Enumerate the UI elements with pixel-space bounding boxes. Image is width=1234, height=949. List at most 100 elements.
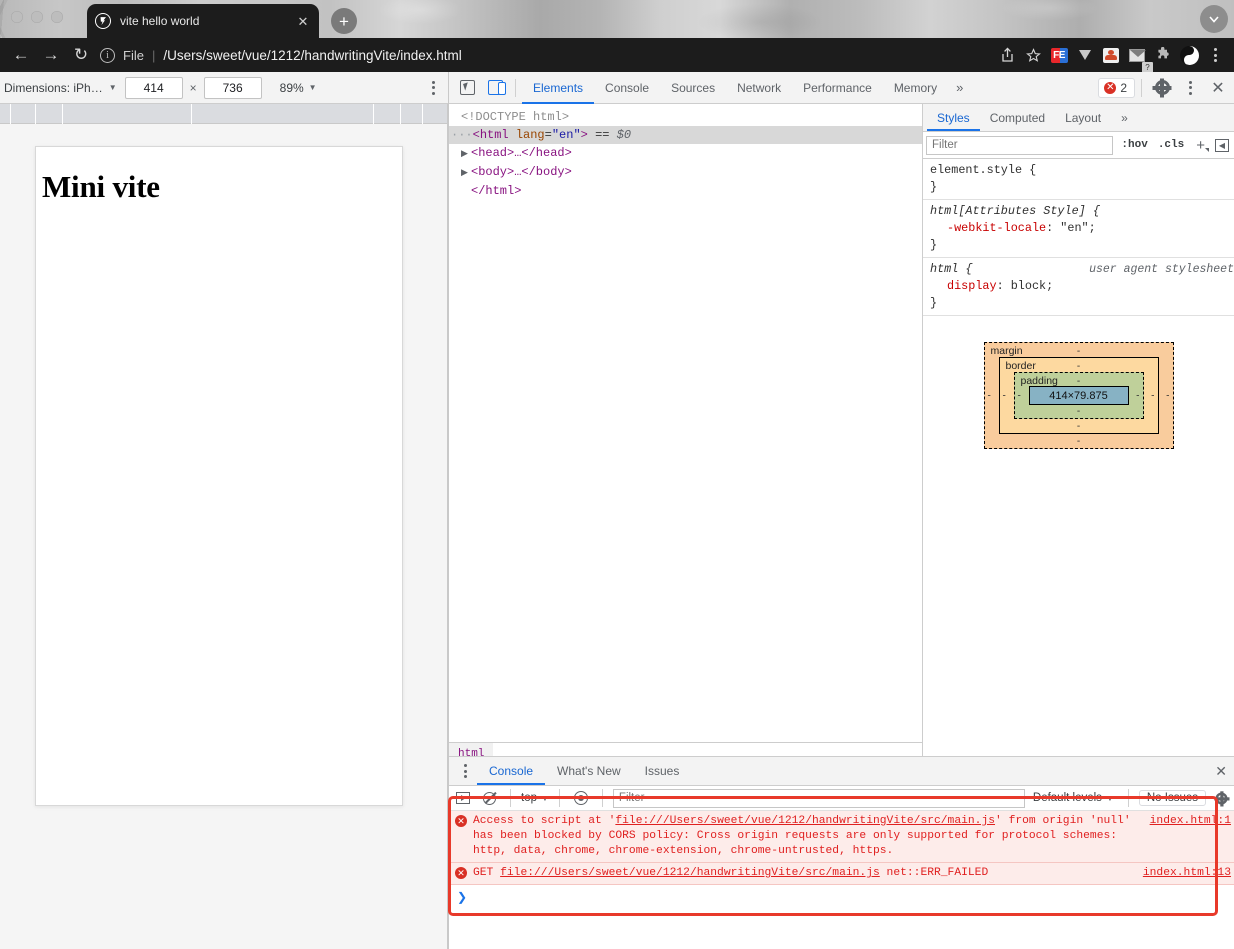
style-property-name[interactable]: -webkit-locale (930, 220, 1046, 237)
window-controls[interactable] (11, 11, 63, 23)
device-ruler[interactable] (0, 104, 447, 124)
profile-avatar-icon[interactable] (1176, 42, 1202, 68)
tab-memory[interactable]: Memory (883, 72, 948, 104)
styles-more-tabs-icon[interactable]: » (1111, 104, 1138, 131)
style-property-value[interactable]: : "en"; (1046, 221, 1096, 235)
expand-triangle-icon[interactable]: ▶ (461, 145, 471, 163)
border-right-value[interactable]: - (1151, 390, 1154, 401)
device-preset-select[interactable]: Dimensions: iPh… ▼ (0, 81, 125, 95)
close-tab-button[interactable]: ✕ (295, 13, 311, 29)
tab-elements[interactable]: Elements (522, 72, 595, 104)
padding-top-value[interactable]: - (1015, 376, 1143, 387)
style-rule-element-style[interactable]: element.style { } (923, 159, 1234, 200)
style-rule-html-attributes[interactable]: html[Attributes Style] { -webkit-locale:… (923, 200, 1234, 258)
style-rule-html-ua[interactable]: html { user agent stylesheet display: bl… (923, 258, 1234, 316)
dom-node-body[interactable]: ▶ <body>…</body> (449, 163, 922, 182)
styles-filter-input[interactable] (926, 135, 1114, 155)
border-top-value[interactable]: - (1000, 361, 1158, 372)
device-height-input[interactable]: 736 (203, 76, 262, 99)
tab-performance[interactable]: Performance (792, 72, 883, 104)
minimize-window-button[interactable] (31, 11, 43, 23)
tab-sources[interactable]: Sources (660, 72, 726, 104)
elements-tree-pane[interactable]: <!DOCTYPE html> ···<html lang="en"> == $… (449, 104, 923, 764)
site-info-icon[interactable]: i (100, 47, 115, 63)
drawer-more-options-icon[interactable] (453, 757, 477, 785)
extension-v-icon[interactable] (1072, 42, 1098, 68)
drawer-tab-console[interactable]: Console (477, 757, 546, 785)
dom-node-html[interactable]: ···<html lang="en"> == $0 (449, 126, 922, 144)
forward-button[interactable]: → (36, 41, 66, 69)
padding-left-value[interactable]: - (1018, 390, 1021, 401)
padding-right-value[interactable]: - (1136, 390, 1139, 401)
new-tab-button[interactable]: + (331, 8, 357, 34)
error-file-link[interactable]: file:///Users/sweet/vue/1212/handwriting… (500, 867, 880, 879)
extension-puzzle-icon[interactable] (1150, 42, 1176, 68)
new-style-rule-button[interactable]: + (1192, 137, 1209, 154)
more-options-icon[interactable] (1176, 74, 1204, 102)
collapse-sidebar-icon[interactable]: ◀ (1215, 138, 1229, 152)
issues-status-button[interactable]: No Issues (1138, 790, 1206, 806)
console-filter-input[interactable] (612, 788, 1025, 808)
browser-tab[interactable]: vite hello world ✕ (87, 4, 319, 38)
toggle-hover-state-button[interactable]: :hov (1119, 139, 1149, 151)
style-property-value[interactable]: : block; (997, 279, 1054, 293)
margin-bottom-value[interactable]: - (985, 436, 1173, 447)
box-model-border[interactable]: border - - - - padding - - - - 414×79.87… (998, 357, 1159, 434)
close-drawer-icon[interactable]: ✕ (1215, 757, 1234, 785)
console-source-link[interactable]: index.html:1 (1150, 814, 1231, 829)
style-property-name[interactable]: display (930, 278, 997, 295)
omnibox-url-text[interactable]: /Users/sweet/vue/1212/handwritingVite/in… (163, 48, 461, 63)
console-error-message[interactable]: ✕ Access to script at 'file:///Users/swe… (449, 811, 1234, 863)
gear-icon[interactable] (1148, 74, 1176, 102)
inspect-element-icon[interactable] (453, 74, 481, 102)
console-prompt[interactable]: ❯ (449, 885, 1234, 909)
expand-triangle-icon[interactable]: ▶ (461, 164, 471, 182)
error-file-link[interactable]: file:///Users/sweet/vue/1212/handwriting… (615, 815, 995, 827)
back-button[interactable]: ← (6, 41, 36, 69)
tab-styles[interactable]: Styles (927, 104, 980, 131)
border-bottom-value[interactable]: - (1000, 421, 1158, 432)
clear-console-icon[interactable] (478, 787, 500, 809)
device-more-options-icon[interactable] (432, 80, 448, 95)
tab-console[interactable]: Console (594, 72, 660, 104)
dom-node-doctype[interactable]: <!DOCTYPE html> (449, 108, 922, 126)
tab-computed[interactable]: Computed (980, 104, 1055, 131)
border-left-value[interactable]: - (1003, 390, 1006, 401)
margin-left-value[interactable]: - (988, 390, 991, 401)
box-model-content-size[interactable]: 414×79.875 (1028, 386, 1129, 405)
padding-bottom-value[interactable]: - (1015, 406, 1143, 417)
console-source-link[interactable]: index.html:13 (1143, 866, 1231, 881)
live-expression-icon[interactable] (570, 787, 592, 809)
extension-fe-icon[interactable]: FE (1046, 42, 1072, 68)
address-bar[interactable]: i File | /Users/sweet/vue/1212/handwriti… (100, 42, 988, 68)
error-count-badge[interactable]: ✕ 2 (1098, 77, 1135, 98)
bookmark-star-icon[interactable] (1020, 42, 1046, 68)
tab-layout[interactable]: Layout (1055, 104, 1111, 131)
extension-people-icon[interactable] (1098, 42, 1124, 68)
close-window-button[interactable] (11, 11, 23, 23)
drawer-tab-issues[interactable]: Issues (633, 757, 692, 785)
execution-context-select[interactable]: top ▼ (521, 792, 549, 804)
device-width-input[interactable]: 414 (124, 76, 183, 99)
margin-right-value[interactable]: - (1166, 390, 1169, 401)
box-model-margin[interactable]: margin - - - - border - - - - padding - … (983, 342, 1174, 449)
console-sidebar-icon[interactable] (452, 787, 474, 809)
reload-button[interactable]: ↻ (66, 41, 96, 69)
maximize-window-button[interactable] (51, 11, 63, 23)
device-zoom-select[interactable]: 89% ▼ (262, 81, 327, 95)
more-tabs-icon[interactable]: » (948, 72, 971, 104)
console-log-levels-select[interactable]: Default levels ▼ (1029, 792, 1118, 804)
console-error-message[interactable]: ✕ GET file:///Users/sweet/vue/1212/handw… (449, 863, 1234, 885)
tab-network[interactable]: Network (726, 72, 792, 104)
dom-node-head[interactable]: ▶ <head>…</head> (449, 144, 922, 163)
share-icon[interactable] (994, 42, 1020, 68)
box-model-padding[interactable]: padding - - - - 414×79.875 (1013, 372, 1144, 419)
device-page-frame[interactable]: Mini vite (35, 146, 403, 806)
chevron-down-icon[interactable] (1200, 5, 1228, 33)
toggle-device-toolbar-icon[interactable] (481, 74, 509, 102)
margin-top-value[interactable]: - (985, 346, 1173, 357)
dom-node-html-close[interactable]: </html> (449, 182, 922, 200)
extension-mail-icon[interactable]: ? (1124, 42, 1153, 72)
toggle-class-button[interactable]: .cls (1156, 139, 1186, 151)
close-devtools-icon[interactable]: ✕ (1204, 74, 1232, 102)
